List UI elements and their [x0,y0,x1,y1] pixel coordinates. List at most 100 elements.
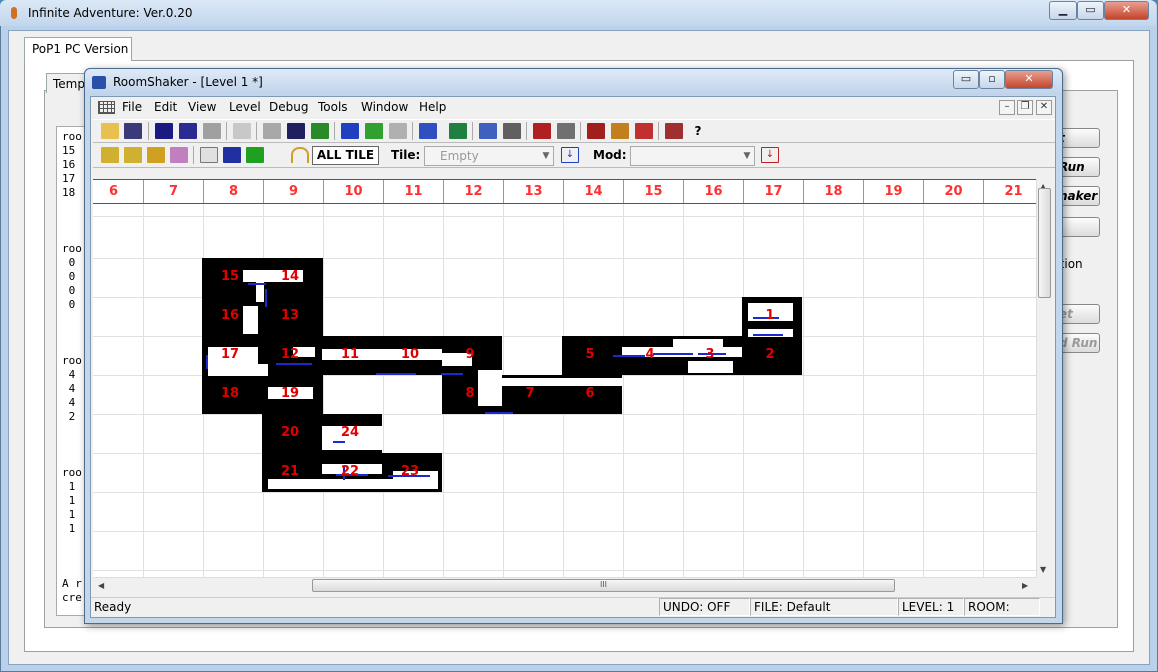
rs-maximize-button[interactable]: ▫ [979,70,1005,89]
minimize-button[interactable]: ▁ [1049,1,1077,20]
guard-marker [753,334,783,336]
status-file: FILE: Default [750,598,898,616]
toolbar-separator [256,122,257,140]
scroll-left-icon[interactable]: ◀ [98,581,104,590]
menu-tools[interactable]: Tools [318,100,348,114]
help-icon[interactable]: ? [689,123,707,139]
all-tile-button[interactable]: ALL TILE [312,146,379,165]
paste-room-icon[interactable] [287,123,305,139]
level-map[interactable]: 6 7 8 9 10 11 12 13 14 15 16 17 18 19 20 21 15 14 16 13 17 1… [93,179,1036,577]
horizontal-scroll-thumb[interactable]: III [312,579,895,592]
copy-room-icon[interactable] [263,123,281,139]
tile-apply-icon[interactable]: ↓ [561,147,579,163]
save-icon[interactable] [124,123,142,139]
arrow-up-icon[interactable] [147,147,165,163]
open-icon[interactable] [101,123,119,139]
room-number[interactable]: 5 [579,347,601,363]
chevron-down-icon[interactable]: ▼ [539,147,553,165]
grid-line [683,204,684,577]
rewind-icon[interactable] [419,123,437,139]
tile-select[interactable]: Empty [424,146,554,166]
room-number[interactable]: 11 [339,347,361,363]
properties-icon[interactable] [557,123,575,139]
room-number[interactable]: 10 [399,347,421,363]
toolbar-separator [580,122,581,140]
mod-apply-icon[interactable]: ↓ [761,147,779,163]
export-icon[interactable] [635,123,653,139]
status-room: ROOM: [964,598,1040,616]
link-count-icon[interactable] [389,123,407,139]
tile-pointer-icon[interactable] [269,147,287,163]
arrow-left-icon[interactable] [101,147,119,163]
guard-icon[interactable] [479,123,497,139]
mod-select[interactable] [630,146,755,166]
menu-file[interactable]: File [122,100,142,114]
mdi-close-button[interactable]: ✕ [1036,100,1052,115]
tab-pop1-pc-version[interactable]: PoP1 PC Version [24,37,132,61]
maximize-button[interactable]: ▭ [1077,1,1104,20]
tile-page-icon[interactable] [200,147,218,163]
room-number[interactable]: 14 [279,269,301,285]
room-number[interactable]: 15 [219,269,241,285]
chart-icon[interactable] [449,123,467,139]
menu-help[interactable]: Help [419,100,446,114]
room-number[interactable]: 20 [279,425,301,441]
menu-edit[interactable]: Edit [154,100,177,114]
room-number[interactable]: 23 [399,464,421,480]
menu-view[interactable]: View [188,100,216,114]
mdi-minimize-button[interactable]: – [999,100,1015,115]
toolbar-separator [658,122,659,140]
room-number[interactable]: 13 [279,308,301,324]
grid-icon[interactable] [98,101,115,114]
undo-icon[interactable] [233,123,251,139]
menu-debug[interactable]: Debug [269,100,308,114]
room-number[interactable]: 19 [279,386,301,402]
grid-line [623,204,624,577]
mdi-restore-button[interactable]: ❐ [1017,100,1033,115]
floor-passage [673,339,723,347]
floor-passage [478,370,502,406]
room-number[interactable]: 21 [279,464,301,480]
scroll-down-icon[interactable]: ▼ [1040,565,1046,574]
arrow-right-icon[interactable] [124,147,142,163]
floor-passage [268,479,438,489]
table-icon[interactable] [533,123,551,139]
room-number[interactable]: 8 [459,386,481,402]
dos-icon[interactable] [611,123,629,139]
tile-green-icon[interactable] [246,147,264,163]
room-number[interactable]: 4 [639,347,661,363]
link-right-icon[interactable] [365,123,383,139]
room-number[interactable]: 1 [759,308,781,324]
link-left-icon[interactable] [341,123,359,139]
room-number[interactable]: 9 [459,347,481,363]
list-icon[interactable] [503,123,521,139]
room-number[interactable]: 6 [579,386,601,402]
menu-level[interactable]: Level [229,100,261,114]
close-button[interactable]: ✕ [1104,1,1149,20]
grid-line [743,204,744,577]
room-number[interactable]: 22 [339,464,361,480]
save-disabled-icon[interactable] [203,123,221,139]
vertical-scroll-thumb[interactable] [1038,188,1051,298]
room-number[interactable]: 12 [279,347,301,363]
book-icon[interactable] [665,123,683,139]
save-level-icon[interactable] [155,123,173,139]
tile-floor-icon[interactable] [223,147,241,163]
room-number[interactable]: 18 [219,386,241,402]
scroll-right-icon[interactable]: ▶ [1022,581,1028,590]
room-number[interactable]: 2 [759,347,781,363]
swap-room-icon[interactable] [311,123,329,139]
room-number[interactable]: 16 [219,308,241,324]
room-number[interactable]: 24 [339,425,361,441]
rs-close-button[interactable]: ✕ [1005,70,1053,89]
menu-window[interactable]: Window [361,100,408,114]
rs-minimize-button[interactable]: ▭ [953,70,979,89]
room-number[interactable]: 3 [699,347,721,363]
arrow-down-icon[interactable] [170,147,188,163]
save-as-icon[interactable] [179,123,197,139]
room-number[interactable]: 17 [219,347,241,363]
tile-arch-icon[interactable] [291,147,309,163]
chevron-down-icon[interactable]: ▼ [740,147,754,165]
play-icon[interactable] [587,123,605,139]
room-number[interactable]: 7 [519,386,541,402]
